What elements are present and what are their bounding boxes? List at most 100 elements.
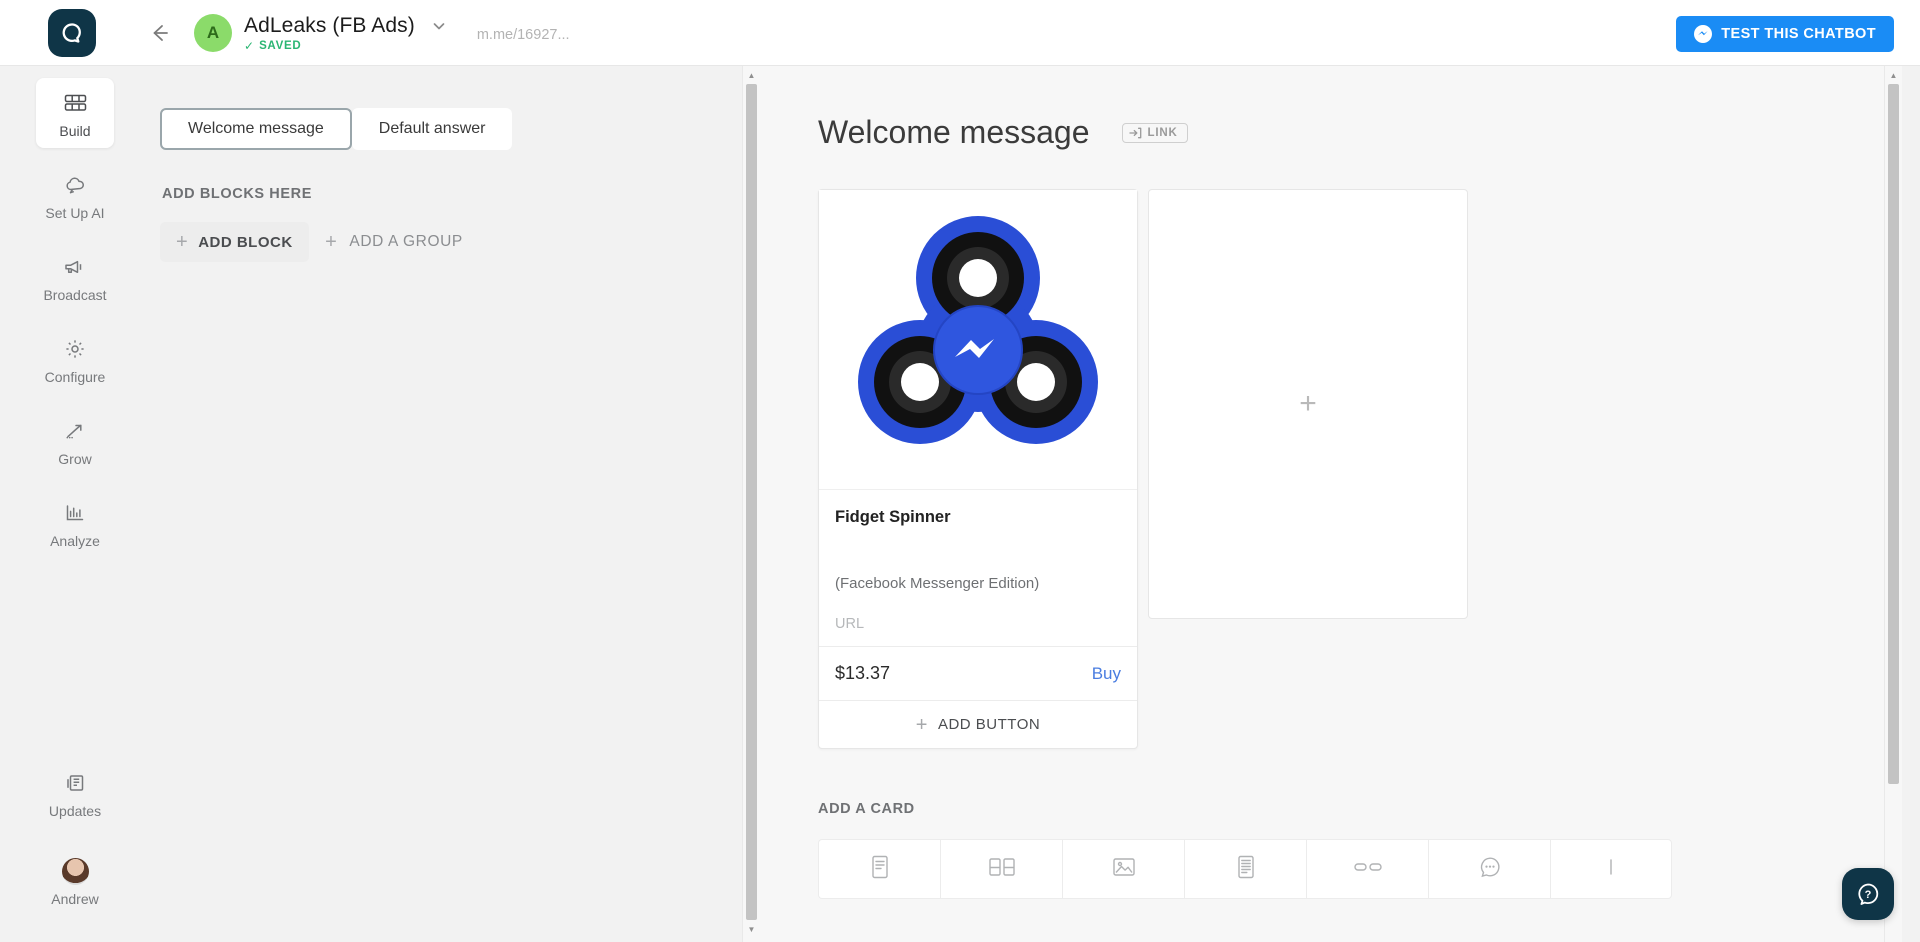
scroll-down-arrow-icon[interactable]: ▼: [743, 920, 760, 938]
page-title-row: AdLeaks (FB Ads): [244, 14, 447, 38]
sidebar-item-build[interactable]: Build: [36, 78, 114, 148]
card-type-image[interactable]: [1062, 839, 1184, 899]
plus-icon: +: [325, 231, 338, 253]
sidebar-item-label: Configure: [44, 369, 106, 385]
add-blocks-here-label: ADD BLOCKS HERE: [162, 186, 312, 202]
fidget-spinner-image[interactable]: [819, 190, 1137, 490]
sidebar-item-label: Andrew: [51, 891, 99, 907]
sidebar-item-label: Broadcast: [43, 287, 107, 303]
check-icon: ✓: [244, 38, 255, 53]
scroll-up-arrow-icon[interactable]: ▲: [743, 66, 760, 84]
link-in-icon: [1128, 127, 1142, 139]
add-block-button[interactable]: + ADD BLOCK: [160, 222, 309, 262]
card-type-text[interactable]: [818, 839, 940, 899]
sidebar: Build Set Up AI Broadcast Configure Grow…: [0, 66, 150, 942]
avatar[interactable]: A: [194, 13, 232, 52]
scroll-thumb[interactable]: [746, 84, 757, 920]
plus-icon: +: [1299, 387, 1317, 420]
trend-arrow-icon: [64, 418, 86, 444]
main-scrollbar[interactable]: ▲: [1884, 66, 1902, 942]
cards-row: Fidget Spinner (Facebook Messenger Editi…: [760, 151, 1902, 749]
list-card-icon: [1235, 854, 1257, 885]
card-type-list[interactable]: [1184, 839, 1306, 899]
test-chatbot-button[interactable]: TEST THIS CHATBOT: [1676, 16, 1894, 52]
sidebar-item-grow[interactable]: Grow: [36, 406, 114, 476]
card-type-more[interactable]: [1550, 839, 1672, 899]
add-button-button[interactable]: + ADD BUTTON: [819, 700, 1137, 748]
updates-icon: [65, 770, 86, 796]
saved-label: SAVED: [259, 39, 302, 52]
sidebar-item-account[interactable]: Andrew: [36, 846, 114, 916]
add-group-label: ADD A GROUP: [349, 233, 463, 250]
scroll-up-arrow-icon[interactable]: ▲: [1885, 66, 1902, 84]
blocks-panel: Welcome message Default answer ADD BLOCK…: [150, 66, 760, 942]
sidebar-item-label: Grow: [58, 451, 92, 467]
product-card-body: Fidget Spinner (Facebook Messenger Editi…: [819, 490, 1137, 646]
sidebar-item-label: Set Up AI: [45, 205, 105, 221]
card-type-buttons[interactable]: [1306, 839, 1428, 899]
user-avatar-icon: [61, 857, 89, 885]
panel-tabs: Welcome message Default answer: [160, 108, 760, 150]
tab-label: Welcome message: [188, 120, 324, 137]
page-title: AdLeaks (FB Ads): [244, 13, 415, 37]
status-badge: ✓ SAVED: [244, 40, 447, 52]
sidebar-item-label: Analyze: [50, 533, 100, 549]
empty-card-slot[interactable]: +: [1148, 189, 1468, 619]
back-arrow-icon[interactable]: [144, 18, 174, 48]
plus-icon: +: [915, 713, 928, 736]
card-type-delay[interactable]: [1428, 839, 1550, 899]
left-panel-scrollbar[interactable]: ▲ ▼: [742, 66, 760, 942]
megaphone-icon: [63, 254, 87, 280]
bar-chart-icon: [64, 500, 86, 526]
tab-label: Default answer: [378, 120, 486, 137]
link-badge[interactable]: LINK: [1121, 122, 1188, 143]
page-url[interactable]: m.me/16927...: [477, 27, 570, 43]
page-title: Welcome message: [818, 114, 1090, 150]
card-type-gallery[interactable]: [940, 839, 1062, 899]
sidebar-item-label: Build: [59, 123, 91, 139]
svg-text:?: ?: [1865, 889, 1872, 901]
add-a-card-label: ADD A CARD: [818, 801, 915, 817]
scroll-thumb[interactable]: [1888, 84, 1899, 784]
messenger-icon: [1694, 25, 1713, 43]
more-card-icon: [1602, 856, 1620, 883]
sidebar-item-label: Updates: [48, 803, 102, 819]
text-card-icon: [869, 854, 891, 885]
product-url-field[interactable]: URL: [835, 616, 1121, 632]
sidebar-item-updates[interactable]: Updates: [36, 758, 114, 828]
add-block-label: ADD BLOCK: [198, 233, 293, 251]
app-root: A AdLeaks (FB Ads) ✓ SAVED m.me/16927...: [0, 0, 1920, 942]
sidebar-item-analyze[interactable]: Analyze: [36, 488, 114, 558]
grid-blocks-icon: [64, 90, 87, 116]
main-header: Welcome message LINK: [760, 66, 1902, 151]
page-meta: AdLeaks (FB Ads) ✓ SAVED: [244, 14, 447, 52]
product-title[interactable]: Fidget Spinner: [835, 508, 1121, 527]
image-card-icon: [1111, 856, 1137, 883]
product-price-row: $13.37 Buy: [819, 646, 1137, 700]
question-bubble-icon: ?: [1854, 880, 1882, 908]
main-content: Welcome message LINK Fidget Spinner (Fac…: [760, 66, 1902, 942]
product-subtitle[interactable]: (Facebook Messenger Edition): [835, 575, 1121, 592]
plus-icon: +: [176, 231, 189, 253]
tab-default-answer[interactable]: Default answer: [351, 108, 513, 150]
test-chatbot-label: TEST THIS CHATBOT: [1721, 26, 1876, 42]
product-price[interactable]: $13.37: [835, 663, 890, 684]
buy-button[interactable]: Buy: [1092, 664, 1121, 684]
add-group-button[interactable]: + ADD A GROUP: [325, 232, 463, 252]
link-badge-label: LINK: [1147, 126, 1178, 139]
product-card[interactable]: Fidget Spinner (Facebook Messenger Editi…: [818, 189, 1138, 749]
sidebar-item-configure[interactable]: Configure: [36, 324, 114, 394]
gear-icon: [64, 336, 86, 362]
sidebar-item-broadcast[interactable]: Broadcast: [36, 242, 114, 312]
help-button[interactable]: ?: [1842, 868, 1894, 920]
typing-delay-icon: [1478, 855, 1502, 884]
card-type-picker: [818, 839, 1902, 899]
buttons-card-icon: [1353, 860, 1383, 879]
tab-welcome-message[interactable]: Welcome message: [160, 108, 352, 150]
add-button-label: ADD BUTTON: [937, 716, 1041, 733]
sidebar-item-set-up-ai[interactable]: Set Up AI: [36, 160, 114, 230]
chevron-down-icon[interactable]: [431, 18, 447, 34]
ai-cloud-icon: [64, 172, 87, 198]
top-bar: A AdLeaks (FB Ads) ✓ SAVED m.me/16927...: [0, 0, 1920, 66]
manychat-logo-icon[interactable]: [48, 8, 96, 57]
